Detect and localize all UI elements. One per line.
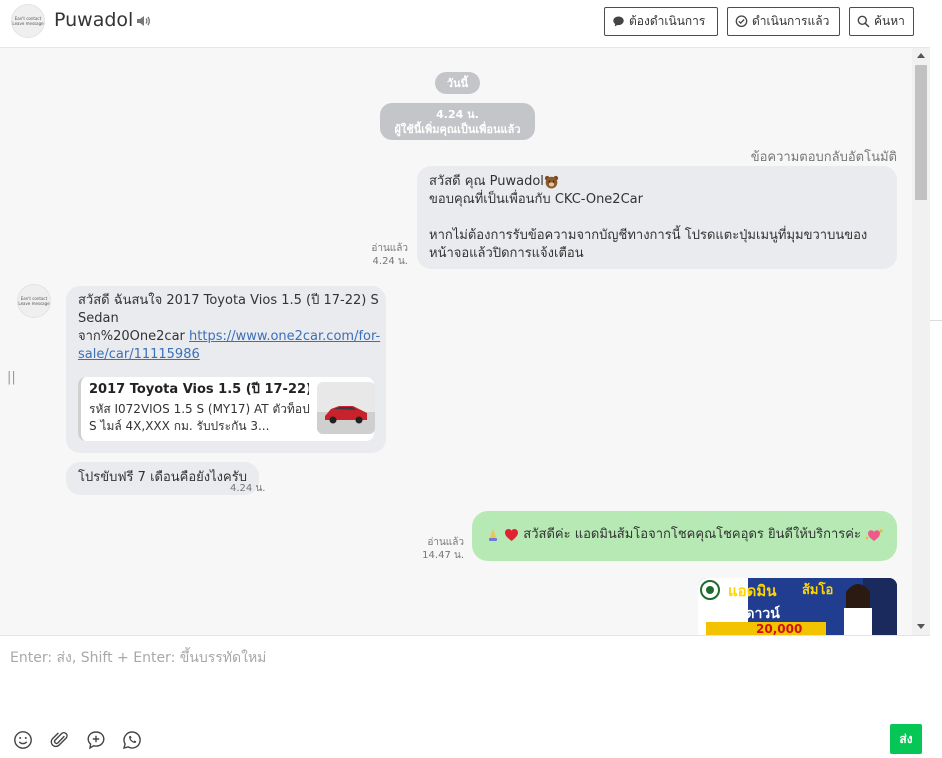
- message-line: หากไม่ต้องการรับข้อความจากบัญชีทางการนี้…: [429, 228, 868, 243]
- avatar-text: Leave message: [12, 21, 44, 26]
- promo-image[interactable]: แอดมิน ส้มโอ ฟรีดาวน์ 20,000: [698, 578, 897, 635]
- message-line: ขอบคุณที่เป็นเพื่อนกับ CKC-One2Car: [429, 192, 643, 207]
- attachment-icon[interactable]: [50, 730, 70, 750]
- message-meta: อ่านแล้ว 4.24 น.: [350, 242, 408, 268]
- send-button[interactable]: ส่ง: [890, 724, 922, 754]
- scroll-up-arrow[interactable]: [917, 53, 925, 58]
- message-time: 4.24 น.: [372, 256, 408, 267]
- check-comment-icon: [735, 15, 748, 28]
- avatar[interactable]: Ean't contact Leave message: [17, 284, 51, 318]
- message-list[interactable]: วันนี้ 4.24 น. ผู้ใช้นี้เพิ่มคุณเป็นเพื่…: [0, 48, 930, 635]
- pray-emoji-icon: [489, 528, 497, 541]
- auto-reply-bubble[interactable]: สวัสดี คุณ Puwadol ขอบคุณที่เป็นเพื่อนกั…: [417, 166, 897, 269]
- search-label: ค้นหา: [874, 14, 905, 28]
- system-time: 4.24 น.: [436, 107, 479, 121]
- message-line: สวัสดี ฉันสนใจ 2017 Toyota Vios 1.5 (ปี …: [78, 293, 379, 308]
- comment-icon: [613, 16, 624, 27]
- hearts-emoji-icon: [865, 529, 883, 541]
- search-icon: [857, 15, 870, 28]
- heart-emoji-icon: [505, 528, 519, 541]
- message-text: สวัสดีค่ะ แอดมินส้มโอจากโชคคุณโชคอุดร ยิ…: [523, 527, 861, 542]
- drag-handle[interactable]: ||: [7, 370, 16, 385]
- promo-line3: ฟรีดาวน์: [728, 605, 780, 622]
- message-line-text: จาก%20One2car: [78, 329, 190, 344]
- message-meta: อ่านแล้ว 14.47 น.: [400, 536, 464, 562]
- message-time: 14.47 น.: [422, 550, 464, 561]
- read-status: อ่านแล้ว: [427, 537, 464, 548]
- message-input[interactable]: Enter: ส่ง, Shift + Enter: ขึ้นบรรทัดใหม…: [10, 647, 266, 669]
- scrollbar-thumb[interactable]: [915, 65, 927, 200]
- message-line-text: สวัสดี คุณ Puwadol: [429, 174, 544, 189]
- right-panel-edge: [930, 0, 942, 757]
- system-message: 4.24 น. ผู้ใช้นี้เพิ่มคุณเป็นเพื่อนแล้ว: [380, 103, 535, 140]
- chat-header: Ean't contact Leave message Puwadol ต้อง…: [0, 0, 930, 48]
- preview-title: 2017 Toyota Vios 1.5 (ปี 17-22) ...: [89, 382, 309, 397]
- todo-button[interactable]: ต้องดำเนินการ: [604, 7, 718, 36]
- system-text: ผู้ใช้นี้เพิ่มคุณเป็นเพื่อนแล้ว: [394, 122, 521, 136]
- car-link-continued[interactable]: sale/car/11115986: [78, 347, 200, 362]
- contact-name: Puwadol: [54, 9, 134, 31]
- avatar[interactable]: Ean't contact Leave message: [11, 4, 45, 38]
- chat-window: Ean't contact Leave message Puwadol ต้อง…: [0, 0, 931, 758]
- incoming-message-bubble[interactable]: สวัสดี ฉันสนใจ 2017 Toyota Vios 1.5 (ปี …: [66, 286, 386, 453]
- date-separator: วันนี้: [435, 72, 480, 94]
- promo-line1: แอดมิน: [728, 582, 777, 600]
- search-button[interactable]: ค้นหา: [849, 7, 914, 36]
- message-time: 4.24 น.: [230, 483, 266, 494]
- scroll-down-arrow[interactable]: [917, 624, 925, 629]
- done-label: ดำเนินการแล้ว: [752, 14, 830, 28]
- car-thumbnail: [317, 382, 375, 434]
- outgoing-message-bubble[interactable]: สวัสดีค่ะ แอดมินส้มโอจากโชคคุณโชคอุดร ยิ…: [472, 511, 897, 561]
- add-comment-icon[interactable]: [86, 730, 106, 750]
- divider: [930, 320, 942, 321]
- scrollbar[interactable]: [912, 48, 930, 635]
- car-link[interactable]: https://www.one2car.com/for-: [189, 329, 380, 344]
- message-line: หน้าจอแล้วปิดการแจ้งเตือน: [429, 246, 584, 261]
- emoji-icon[interactable]: [13, 730, 33, 750]
- avatar-text: Leave message: [18, 301, 50, 306]
- message-line: Sedan: [78, 311, 119, 326]
- promo-line4: 20,000: [756, 622, 802, 635]
- bear-emoji-icon: [544, 175, 559, 188]
- promo-line2: ส้มโอ: [802, 581, 833, 598]
- read-status: อ่านแล้ว: [371, 243, 408, 254]
- message-line: sale/car/11115986: [78, 346, 374, 364]
- message-line: จาก%20One2car https://www.one2car.com/fo…: [78, 328, 380, 346]
- done-button[interactable]: ดำเนินการแล้ว: [727, 7, 840, 36]
- link-preview-card[interactable]: 2017 Toyota Vios 1.5 (ปี 17-22) ... รหัส…: [78, 377, 375, 441]
- speaker-icon[interactable]: [136, 14, 150, 28]
- whatsapp-icon[interactable]: [122, 730, 142, 750]
- message-composer: Enter: ส่ง, Shift + Enter: ขึ้นบรรทัดใหม…: [0, 635, 930, 758]
- message-line-blank: [429, 209, 885, 227]
- preview-description: รหัส I072VIOS 1.5 S (MY17) AT ตัวท็อป S …: [89, 402, 310, 433]
- todo-label: ต้องดำเนินการ: [629, 14, 706, 28]
- message-line: สวัสดี คุณ Puwadol: [429, 173, 885, 191]
- auto-reply-label: ข้อความตอบกลับอัตโนมัติ: [750, 150, 897, 165]
